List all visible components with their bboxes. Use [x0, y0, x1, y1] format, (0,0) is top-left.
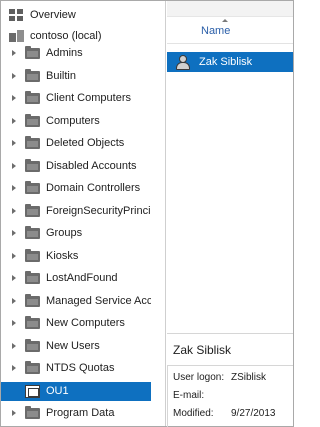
tree-item-label: OU1 [46, 385, 69, 397]
tree-item[interactable]: Program Data [1, 404, 151, 423]
tree-item[interactable]: New Computers [1, 314, 151, 333]
details-pane: Zak Siblisk User logon: ZSiblisk E-mail:… [167, 333, 293, 427]
tree-item[interactable]: Managed Service Acco [1, 292, 151, 311]
details-label-modified: Modified: [173, 408, 214, 419]
expand-chevron-icon[interactable] [12, 365, 16, 371]
object-list: Name Zak Siblisk [167, 1, 293, 333]
details-title: Zak Siblisk [173, 343, 232, 357]
expand-chevron-icon[interactable] [12, 208, 16, 214]
folder-icon [25, 226, 40, 239]
tree-item-label: ForeignSecurityPrincip [46, 205, 151, 217]
folder-icon [25, 361, 40, 374]
tree-item[interactable]: Builtin [1, 67, 151, 86]
navigation-tree: Overview contoso (local) Admins Builtin Cl… [1, 1, 151, 426]
tree-item-label: Admins [46, 47, 83, 59]
folder-icon [25, 114, 40, 127]
expand-chevron-icon[interactable] [12, 185, 16, 191]
folder-icon [25, 339, 40, 352]
folder-icon [25, 159, 40, 172]
tree-item-label: New Computers [46, 317, 125, 329]
tree-item[interactable]: Groups [1, 224, 151, 243]
expand-chevron-icon[interactable] [12, 320, 16, 326]
folder-icon [25, 69, 40, 82]
folder-icon [25, 91, 40, 104]
tree-item[interactable]: New Users [1, 337, 151, 356]
domain-icon [9, 30, 25, 43]
tree-item-label: Builtin [46, 70, 76, 82]
expand-chevron-icon[interactable] [12, 298, 16, 304]
details-value-modified: 9/27/2013 [231, 408, 276, 419]
column-header-name[interactable]: Name [167, 17, 293, 44]
expand-chevron-icon[interactable] [12, 410, 16, 416]
folder-icon [25, 249, 40, 262]
folder-icon [25, 406, 40, 419]
tree-item-label: Client Computers [46, 92, 131, 104]
tree-item[interactable]: Client Computers [1, 89, 151, 108]
column-header-name-label: Name [201, 25, 231, 37]
tree-item-label: New Users [46, 340, 100, 352]
expand-chevron-icon[interactable] [12, 73, 16, 79]
sort-ascending-icon [222, 19, 228, 22]
expand-chevron-icon[interactable] [12, 95, 16, 101]
user-icon [175, 55, 190, 70]
tree-item-label: Computers [46, 115, 100, 127]
pane-splitter-line [165, 1, 166, 426]
tree-item-label: Disabled Accounts [46, 160, 137, 172]
expand-chevron-icon[interactable] [12, 275, 16, 281]
details-label-email: E-mail: [173, 390, 205, 401]
tree-item-overview-label: Overview [30, 9, 76, 21]
tree-item[interactable]: OU1 [1, 382, 151, 401]
tree-item[interactable]: Computers [1, 112, 151, 131]
list-item[interactable]: Zak Siblisk [167, 52, 293, 72]
details-left-border [167, 366, 168, 427]
expand-chevron-icon[interactable] [12, 343, 16, 349]
folder-icon [25, 316, 40, 329]
expand-chevron-icon[interactable] [12, 140, 16, 146]
folder-icon [25, 294, 40, 307]
folder-icon [25, 271, 40, 284]
overview-icon [9, 9, 23, 21]
tree-item-label: Program Data [46, 407, 115, 419]
tree-item-label: NTDS Quotas [46, 362, 115, 374]
tree-item-label: Groups [46, 227, 83, 239]
details-label-user-logon: User logon: [173, 372, 225, 383]
folder-icon [25, 204, 40, 217]
details-divider [167, 365, 293, 366]
tree-item[interactable]: NTDS Quotas [1, 359, 151, 378]
tree-item-label: Deleted Objects [46, 137, 125, 149]
tree-item-label: Managed Service Acco [46, 295, 151, 307]
expand-chevron-icon[interactable] [12, 118, 16, 124]
tree-item[interactable]: Kiosks [1, 247, 151, 266]
tree-item-label: LostAndFound [46, 272, 118, 284]
expand-chevron-icon[interactable] [12, 163, 16, 169]
tree-item-domain-label: contoso (local) [30, 30, 102, 42]
expand-chevron-icon[interactable] [12, 50, 16, 56]
tree-item-overview[interactable]: Overview [1, 6, 151, 25]
details-value-user-logon: ZSiblisk [231, 372, 267, 383]
tree-item-label: Kiosks [46, 250, 79, 262]
folder-icon [25, 136, 40, 149]
tree-item[interactable]: LostAndFound [1, 269, 151, 288]
tree-item[interactable]: Domain Controllers [1, 179, 151, 198]
expand-chevron-icon[interactable] [12, 230, 16, 236]
folder-icon [25, 181, 40, 194]
list-item-label: Zak Siblisk [199, 56, 253, 68]
tree-item[interactable]: Admins [1, 44, 151, 63]
tree-item[interactable]: Deleted Objects [1, 134, 151, 153]
organizational-unit-icon [25, 385, 40, 398]
expand-chevron-icon[interactable] [12, 253, 16, 259]
tree-item[interactable]: ForeignSecurityPrincip [1, 202, 151, 221]
tree-item-label: Domain Controllers [46, 182, 141, 194]
tree-item[interactable]: Disabled Accounts [1, 157, 151, 176]
folder-icon [25, 46, 40, 59]
list-toolbar [167, 1, 293, 17]
